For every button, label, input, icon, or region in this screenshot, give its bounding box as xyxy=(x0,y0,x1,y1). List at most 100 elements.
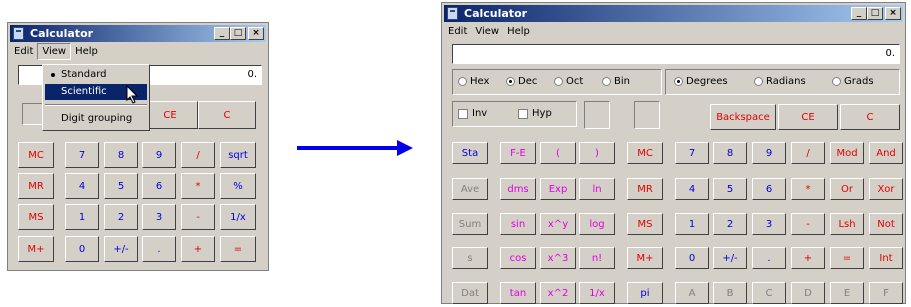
key-percent-button[interactable]: % xyxy=(220,173,256,199)
c-button[interactable]: C xyxy=(840,104,900,130)
key-equals-button[interactable]: = xyxy=(220,236,256,262)
key-m-plus-button[interactable]: M+ xyxy=(627,247,663,269)
key-d-button[interactable]: D xyxy=(791,282,825,304)
key-log-button[interactable]: log xyxy=(579,213,615,235)
key-3-button[interactable]: 3 xyxy=(752,213,786,235)
key-equals-button[interactable]: = xyxy=(830,247,864,269)
radio-circle-icon[interactable] xyxy=(458,77,467,86)
menu-edit[interactable]: Edit xyxy=(444,23,471,40)
radio-grads[interactable]: Grads xyxy=(832,76,874,87)
key-9-button[interactable]: 9 xyxy=(752,142,786,164)
key-7-button[interactable]: 7 xyxy=(65,142,99,168)
key-reciprocal-button[interactable]: 1/x xyxy=(579,282,615,304)
key-2-button[interactable]: 2 xyxy=(104,204,138,230)
key-xor-button[interactable]: Xor xyxy=(869,178,903,200)
maximize-button[interactable]: □ xyxy=(867,7,883,20)
key-cos-button[interactable]: cos xyxy=(500,247,536,269)
title-bar[interactable]: Calculator _ □ × xyxy=(10,25,266,42)
key-exp-button[interactable]: Exp xyxy=(540,178,576,200)
key-0-button[interactable]: 0 xyxy=(65,236,99,262)
radio-dec[interactable]: Dec xyxy=(506,76,537,87)
inv-checkbox[interactable]: Inv xyxy=(458,108,487,119)
menu-help[interactable]: Help xyxy=(71,43,102,60)
key-b-button[interactable]: B xyxy=(713,282,747,304)
key-plus-button[interactable]: + xyxy=(791,247,825,269)
radio-degrees[interactable]: Degrees xyxy=(674,76,728,87)
key-sum-button[interactable]: Sum xyxy=(452,213,488,235)
key-e-button[interactable]: E xyxy=(830,282,864,304)
maximize-button[interactable]: □ xyxy=(230,27,246,40)
key-minus-button[interactable]: - xyxy=(181,204,215,230)
key-9-button[interactable]: 9 xyxy=(142,142,176,168)
key-sin-button[interactable]: sin xyxy=(500,213,536,235)
key-8-button[interactable]: 8 xyxy=(104,142,138,168)
key-square-button[interactable]: x^2 xyxy=(540,282,576,304)
radio-oct[interactable]: Oct xyxy=(554,76,583,87)
key-c-button[interactable]: C xyxy=(752,282,786,304)
key-1-button[interactable]: 1 xyxy=(675,213,709,235)
key-3-button[interactable]: 3 xyxy=(142,204,176,230)
ms-button[interactable]: MS xyxy=(18,204,54,230)
inv-checkbox-box[interactable] xyxy=(458,108,468,119)
key-4-button[interactable]: 4 xyxy=(65,173,99,199)
key-power-button[interactable]: x^y xyxy=(540,213,576,235)
key-cube-button[interactable]: x^3 xyxy=(540,247,576,269)
hyp-checkbox-box[interactable] xyxy=(518,108,528,119)
key-reciprocal-button[interactable]: 1/x xyxy=(220,204,256,230)
key-minus-button[interactable]: - xyxy=(791,213,825,235)
radio-circle-icon[interactable] xyxy=(754,77,763,86)
key-sqrt-button[interactable]: sqrt xyxy=(220,142,256,168)
key-mr-button[interactable]: MR xyxy=(627,178,663,200)
key-and-button[interactable]: And xyxy=(869,142,903,164)
menu-view[interactable]: View xyxy=(471,23,503,40)
key-7-button[interactable]: 7 xyxy=(675,142,709,164)
menu-item-digit-grouping[interactable]: Digit grouping xyxy=(45,111,147,127)
c-button[interactable]: C xyxy=(198,101,256,129)
key-ms-button[interactable]: MS xyxy=(627,213,663,235)
key-multiply-button[interactable]: * xyxy=(791,178,825,200)
minimize-button[interactable]: _ xyxy=(851,7,867,20)
radio-circle-icon[interactable] xyxy=(832,77,841,86)
key-8-button[interactable]: 8 xyxy=(713,142,747,164)
key-tan-button[interactable]: tan xyxy=(500,282,536,304)
menu-item-standard[interactable]: Standard xyxy=(45,67,147,83)
backspace-button[interactable]: Backspace xyxy=(710,104,776,130)
key-f-e-button[interactable]: F-E xyxy=(500,142,536,164)
minimize-button[interactable]: _ xyxy=(214,27,230,40)
close-button[interactable]: × xyxy=(248,27,264,40)
key-decimal-button[interactable]: . xyxy=(752,247,786,269)
key-s-button[interactable]: s xyxy=(452,247,488,269)
radio-hex[interactable]: Hex xyxy=(458,76,489,87)
key-factorial-button[interactable]: n! xyxy=(579,247,615,269)
key-sign-button[interactable]: +/- xyxy=(713,247,747,269)
key-multiply-button[interactable]: * xyxy=(181,173,215,199)
key-sign-button[interactable]: +/- xyxy=(104,236,138,262)
key-ave-button[interactable]: Ave xyxy=(452,178,488,200)
mc-button[interactable]: MC xyxy=(18,142,54,168)
m-plus-button[interactable]: M+ xyxy=(18,236,54,262)
mr-button[interactable]: MR xyxy=(18,173,54,199)
key-open-paren-button[interactable]: ( xyxy=(540,142,576,164)
title-bar[interactable]: Calculator _ □ × xyxy=(444,5,903,22)
display-field[interactable]: 0. xyxy=(452,44,900,64)
key-divide-button[interactable]: / xyxy=(181,142,215,168)
key-decimal-button[interactable]: . xyxy=(142,236,176,262)
key-6-button[interactable]: 6 xyxy=(752,178,786,200)
radio-circle-icon[interactable] xyxy=(602,77,611,86)
radio-bin[interactable]: Bin xyxy=(602,76,630,87)
key-5-button[interactable]: 5 xyxy=(713,178,747,200)
key-0-button[interactable]: 0 xyxy=(675,247,709,269)
key-not-button[interactable]: Not xyxy=(869,213,903,235)
key-or-button[interactable]: Or xyxy=(830,178,864,200)
key-int-button[interactable]: Int xyxy=(869,247,903,269)
key-a-button[interactable]: A xyxy=(675,282,709,304)
key-5-button[interactable]: 5 xyxy=(104,173,138,199)
hyp-checkbox[interactable]: Hyp xyxy=(518,108,552,119)
key-close-paren-button[interactable]: ) xyxy=(579,142,615,164)
key-1-button[interactable]: 1 xyxy=(65,204,99,230)
key-divide-button[interactable]: / xyxy=(791,142,825,164)
key-mc-button[interactable]: MC xyxy=(627,142,663,164)
menu-edit[interactable]: Edit xyxy=(10,43,37,60)
menu-view[interactable]: View xyxy=(37,43,72,60)
key-4-button[interactable]: 4 xyxy=(675,178,709,200)
